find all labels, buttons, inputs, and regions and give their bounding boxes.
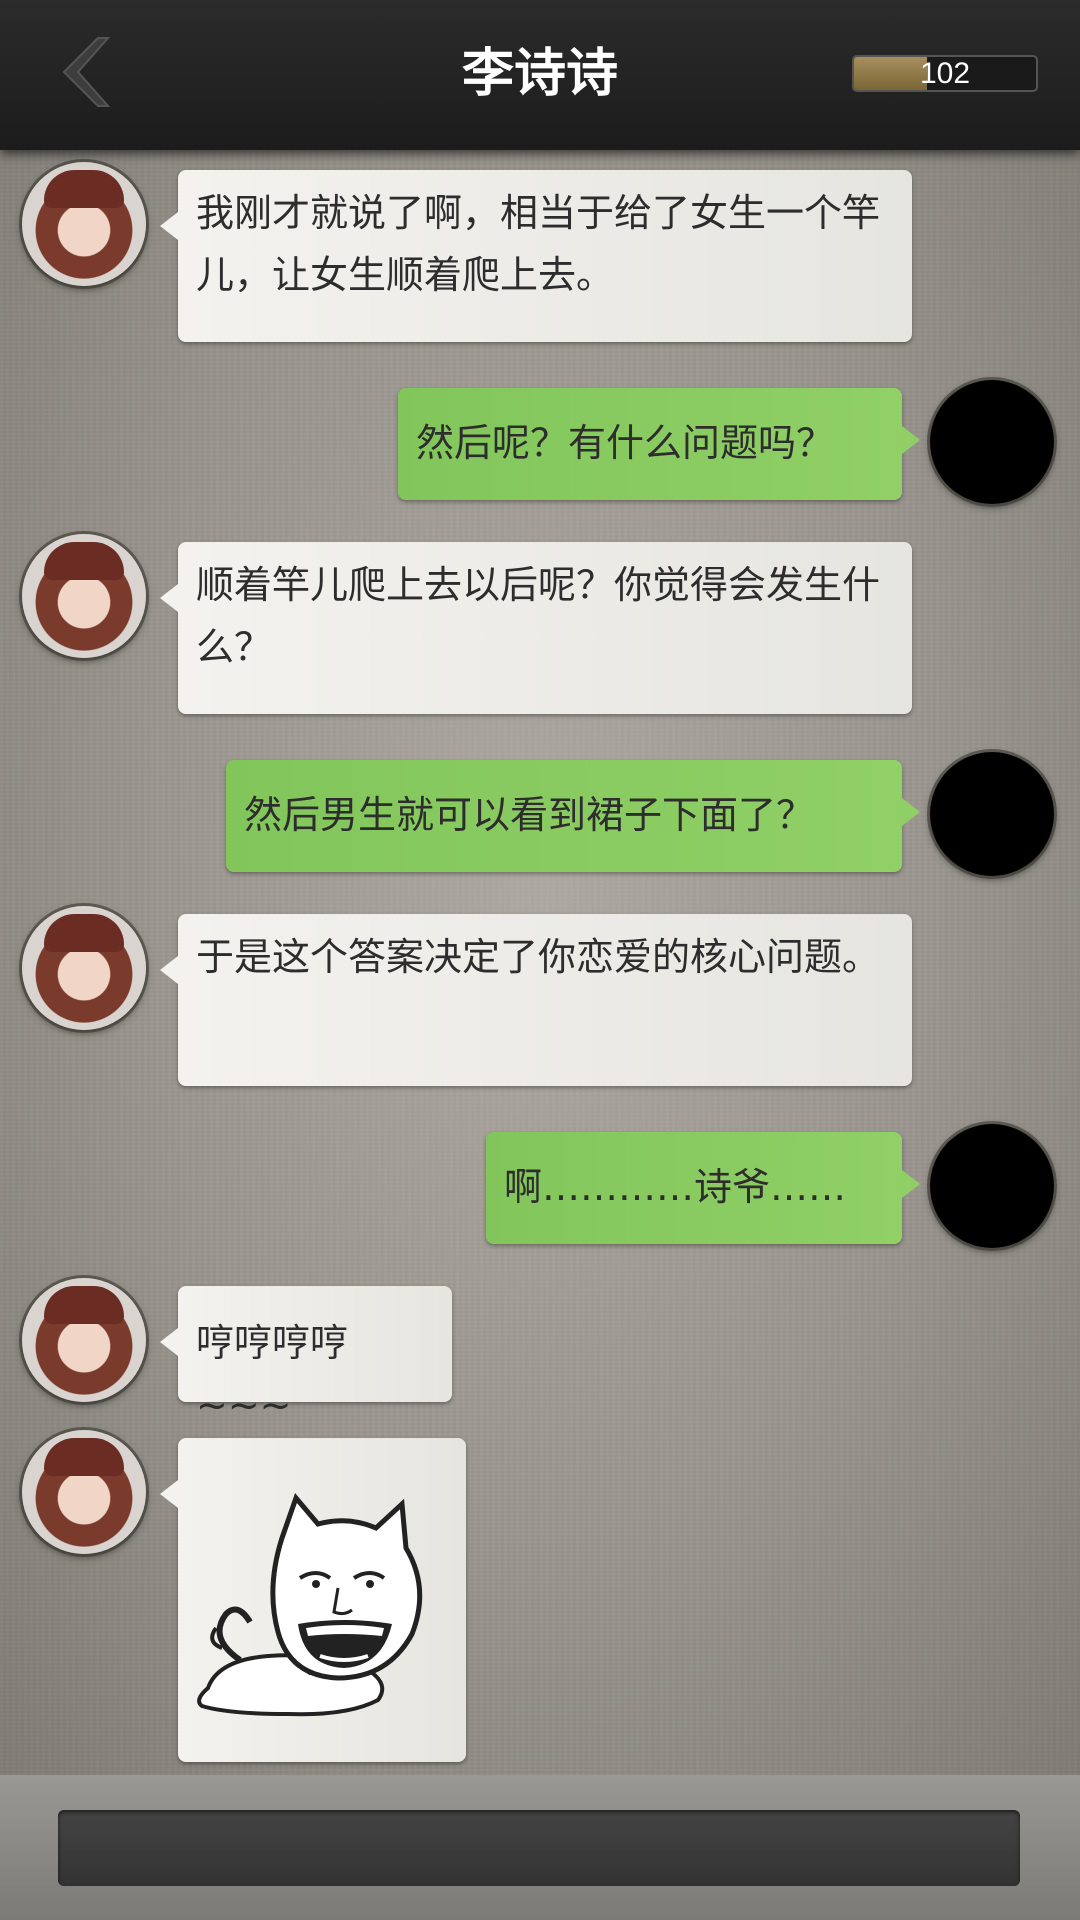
my-avatar[interactable]: [930, 752, 1054, 876]
laughing-cat-sticker-icon: [197, 1493, 423, 1717]
message-bubble[interactable]: 然后男生就可以看到裙子下面了？: [226, 760, 920, 872]
message-bubble[interactable]: 于是这个答案决定了你恋爱的核心问题。: [160, 914, 912, 1086]
my-avatar[interactable]: [930, 1124, 1054, 1248]
title-bar: 李诗诗 102: [0, 0, 1080, 150]
contact-avatar[interactable]: [22, 906, 146, 1030]
message-bubble[interactable]: 我刚才就说了啊，相当于给了女生一个竿儿，让女生顺着爬上去。: [160, 170, 912, 342]
message-text: 啊…………诗爷……: [504, 1165, 847, 1209]
message-text: 然后呢？有什么问题吗？: [416, 421, 835, 465]
my-avatar[interactable]: [930, 380, 1054, 504]
message-bubble[interactable]: 啊…………诗爷……: [486, 1132, 920, 1244]
score-bar: 102: [852, 55, 1038, 92]
message-text: 顺着竿儿爬上去以后呢？你觉得会发生什么？: [196, 563, 881, 669]
message-input[interactable]: [58, 1810, 1020, 1886]
message-bubble[interactable]: 哼哼哼哼~~~: [160, 1286, 452, 1427]
message-bubble[interactable]: 顺着竿儿爬上去以后呢？你觉得会发生什么？: [160, 542, 912, 714]
message-bubble[interactable]: 然后呢？有什么问题吗？: [398, 388, 920, 500]
message-text: 我刚才就说了啊，相当于给了女生一个竿儿，让女生顺着爬上去。: [196, 191, 881, 297]
message-text: 然后男生就可以看到裙子下面了？: [244, 793, 815, 837]
contact-avatar[interactable]: [22, 162, 146, 286]
message-text: 于是这个答案决定了你恋爱的核心问题。: [196, 935, 881, 979]
score-value: 102: [919, 57, 971, 90]
contact-avatar[interactable]: [22, 1278, 146, 1402]
contact-avatar[interactable]: [22, 534, 146, 658]
input-bar: [0, 1775, 1080, 1920]
contact-avatar[interactable]: [22, 1430, 146, 1554]
sticker-message[interactable]: [160, 1438, 466, 1762]
